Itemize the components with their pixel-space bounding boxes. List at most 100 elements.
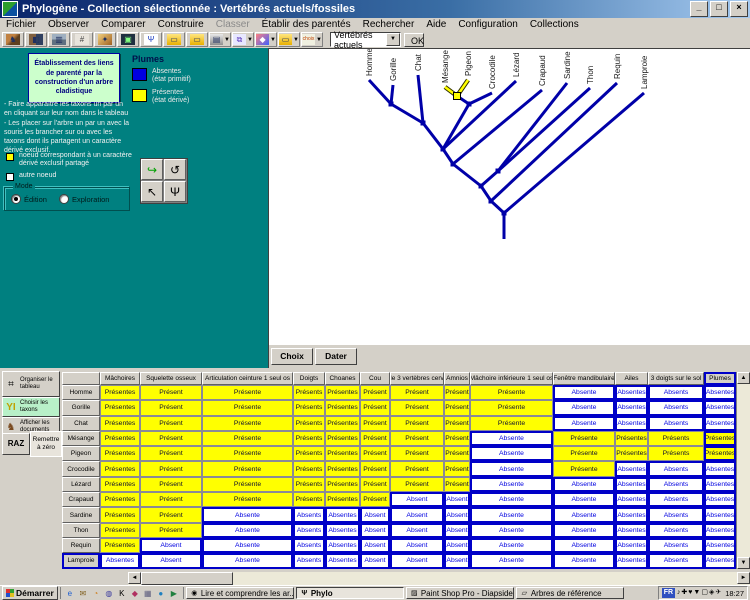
matrix-cell[interactable]: Présentes [325,400,360,415]
matrix-cell[interactable]: Présent [140,385,202,400]
matrix-cell[interactable]: Présent [140,523,202,538]
matrix-cell[interactable]: Absente [553,553,615,568]
taxon-label[interactable]: Lézard [512,53,521,77]
matrix-cell[interactable]: Présent [140,461,202,476]
maximize-button[interactable]: □ [710,1,728,17]
matrix-cell[interactable]: Présent [360,461,390,476]
matrix-cell[interactable]: Présent [444,446,470,461]
dropdown-arrow-icon[interactable]: ▼ [293,37,299,43]
matrix-cell[interactable]: Absent [444,507,470,522]
matrix-cell[interactable]: Présente [202,446,293,461]
tray-icon[interactable]: ◈ [709,588,714,598]
tree-node[interactable] [389,102,394,107]
taxon-label[interactable]: Pigeon [464,51,473,76]
matrix-cell[interactable]: Présente [202,492,293,507]
matrix-cell[interactable]: Absentes [704,400,736,415]
matrix-cell[interactable]: Présents [293,385,325,400]
matrix-cell[interactable]: Absents [648,385,704,400]
matrix-cell[interactable]: Absentes [615,477,648,492]
ie-icon[interactable]: e [64,588,76,599]
row-header-crocodile[interactable]: Crocodile [62,461,100,476]
matrix-cell[interactable]: Absent [444,523,470,538]
matrix-cell[interactable]: Absentes [704,461,736,476]
matrix-cell[interactable]: Présent [390,477,444,492]
matrix-cell[interactable]: Présent [360,477,390,492]
matrix-cell[interactable]: Absente [553,492,615,507]
matrix-cell[interactable]: Présentes [100,400,140,415]
tray-icon[interactable]: ♪ [677,588,681,598]
matrix-cell[interactable]: Présentes [100,538,140,553]
taxon-label[interactable]: Gorille [389,57,398,81]
matrix-cell[interactable]: Absentes [704,523,736,538]
matrix-cell[interactable]: Absente [470,553,553,568]
matrix-cell[interactable]: Absentes [325,523,360,538]
choix-button[interactable]: choix▼ [301,32,323,47]
menu-rechercher[interactable]: Rechercher [357,19,421,30]
folder-button[interactable]: ▭ [186,32,208,47]
matrix-cell[interactable]: Présent [444,431,470,446]
matrix-cell[interactable]: Présentes [615,446,648,461]
tree-node[interactable] [451,162,456,167]
matrix-cell[interactable]: Présents [293,431,325,446]
matrix-cell[interactable]: Absentes [704,538,736,553]
menu-fichier[interactable]: Fichier [0,19,42,30]
fan-branch-tool-button[interactable]: Ψ [164,181,186,202]
pointer-tool-button[interactable]: ↖ [141,181,163,202]
matrix-cell[interactable]: Absent [360,553,390,568]
play-icon[interactable]: ▶ [168,588,180,599]
matrix-cell[interactable]: Absentes [325,538,360,553]
matrix-cell[interactable]: Absentes [615,523,648,538]
mode-radio-exploration[interactable]: Exploration [59,194,110,204]
column-header[interactable]: Squelette osseux [140,372,202,385]
matrix-cell[interactable]: Présente [553,446,615,461]
matrix-cell[interactable]: Présente [202,385,293,400]
table-horizontal-scrollbar[interactable]: ◄ ► [0,572,750,585]
matrix-cell[interactable]: Présentes [325,416,360,431]
matrix-cell[interactable]: Absente [202,507,293,522]
tray-icon[interactable]: ▼ [693,588,700,598]
matrix-cell[interactable]: Présentes [325,477,360,492]
matrix-cell[interactable]: Présent [360,416,390,431]
matrix-cell[interactable]: Présentes [704,431,736,446]
matrix-cell[interactable]: Absentes [615,538,648,553]
matrix-cell[interactable]: Absent [140,553,202,568]
matrix-cell[interactable]: Présent [360,385,390,400]
radio-icon[interactable] [59,194,69,204]
combo-dropdown-icon[interactable]: ▼ [386,33,400,46]
matrix-cell[interactable]: Présent [140,400,202,415]
column-header[interactable]: Doigts [293,372,325,385]
row-header-pigeon[interactable]: Pigeon [62,446,100,461]
matrix-cell[interactable]: Présents [293,477,325,492]
matrix-cell[interactable]: Absente [553,477,615,492]
matrix-cell[interactable]: Absent [444,553,470,568]
tree-button[interactable]: Ψ [140,32,162,47]
matrix-cell[interactable]: Présents [293,446,325,461]
matrix-cell[interactable]: Absent [360,523,390,538]
matrix-cell[interactable]: Présentes [100,523,140,538]
dropdown-arrow-icon[interactable]: ▼ [224,37,230,43]
matrix-cell[interactable]: Présente [202,431,293,446]
task-paint-shop-pro-diapside-[interactable]: ▨Paint Shop Pro - Diapside... [406,587,514,599]
mode-radio-édition[interactable]: Édition [11,194,47,204]
menu-observer[interactable]: Observer [42,19,95,30]
matrix-cell[interactable]: Absente [470,523,553,538]
matrix-cell[interactable]: Absente [553,538,615,553]
matrix-cell[interactable]: Absent [390,492,444,507]
matrix-cell[interactable]: Présentes [325,446,360,461]
taxon-label[interactable]: Lamproie [640,55,649,89]
scroll-right-arrow[interactable]: ► [737,572,750,584]
tray-icon[interactable]: ▢ [701,588,708,598]
table-vertical-scrollbar[interactable]: ▲▼ [736,372,750,569]
column-header[interactable]: Articulation ceinture 1 seul os [202,372,293,385]
matrix-cell[interactable]: Présente [470,385,553,400]
matrix-cell[interactable]: Présente [202,416,293,431]
task-phylo[interactable]: ΨPhylo [296,587,404,599]
matrix-cell[interactable]: Absents [293,523,325,538]
matrix-cell[interactable]: Présent [140,492,202,507]
taxon-label[interactable]: Sardine [563,51,572,79]
column-header[interactable]: Fenêtre mandibulaire [553,372,615,385]
matrix-cell[interactable]: Absentes [615,553,648,568]
matrix-cell[interactable]: Absent [390,507,444,522]
taxon-label[interactable]: Crocodile [488,55,497,89]
dater-button[interactable]: Dater [315,348,357,365]
